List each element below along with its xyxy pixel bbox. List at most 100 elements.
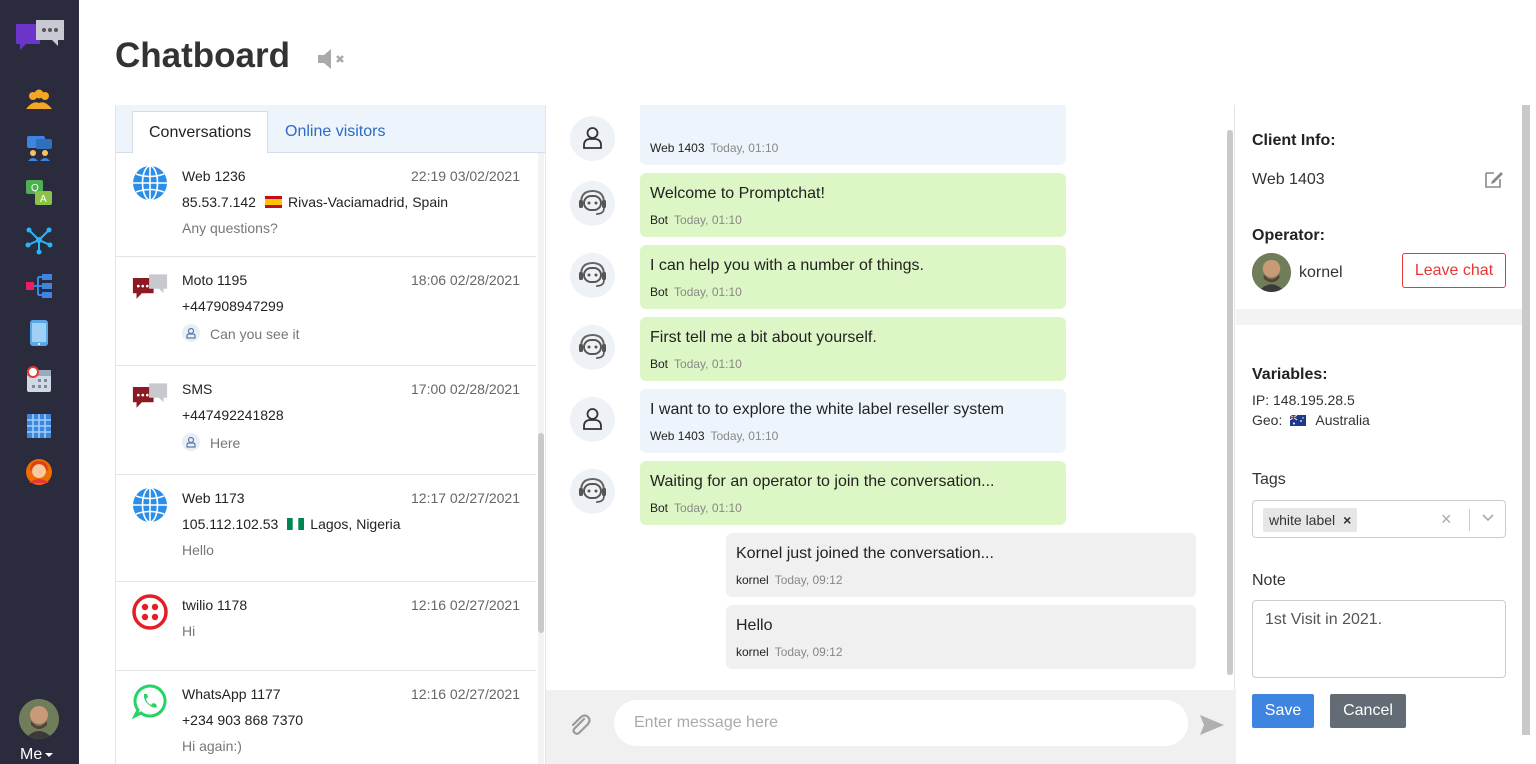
message-list-scrollbar[interactable]	[1227, 130, 1233, 675]
tab-bar: Conversations Online visitors	[116, 105, 546, 154]
conversation-list-scrollbar[interactable]	[538, 153, 544, 764]
conversation-item[interactable]: Moto 1195 18:06 02/28/2021 +447908947299 Ca…	[116, 257, 536, 366]
visitor-message: Web 1403 Today, 01:10	[640, 105, 1066, 165]
conversation-name: Web 1236	[182, 168, 246, 184]
chat-bubbles-icon	[132, 269, 168, 305]
note-label: Note	[1252, 572, 1286, 589]
conversation-time: 12:16 02/27/2021	[411, 597, 520, 613]
qa-icon[interactable]: QA	[24, 178, 54, 208]
conversation-name: Moto 1195	[182, 272, 248, 288]
client-info-panel: Client Info: Web 1403 Operator: kornel L…	[1236, 105, 1526, 764]
message-text: I want to to explore the white label res…	[650, 401, 1004, 418]
conversation-item[interactable]: Web 1173 12:17 02/27/2021 105.112.102.53 La…	[116, 475, 536, 582]
message-author: Web 1403	[650, 429, 705, 443]
save-button[interactable]: Save	[1252, 694, 1314, 728]
users-icon[interactable]	[24, 85, 54, 115]
tab-online-visitors[interactable]: Online visitors	[269, 111, 401, 154]
conversation-name: twilio 1178	[182, 597, 248, 613]
mute-icon[interactable]	[316, 46, 348, 72]
clear-tags-icon[interactable]: ×	[1441, 509, 1452, 530]
leave-chat-button[interactable]: Leave chat	[1402, 253, 1506, 288]
tag-chip-label: white label	[1269, 512, 1336, 528]
operator-reply-icon	[182, 433, 200, 451]
visitor-avatar-icon	[570, 116, 615, 161]
me-menu[interactable]: Me	[20, 746, 54, 764]
conversation-list: Web 1236 22:19 03/02/2021 85.53.7.142 Rivas…	[116, 153, 536, 764]
conversation-preview-line: Can you see it	[182, 324, 300, 342]
message-text: Welcome to Promptchat!	[650, 185, 825, 202]
agent-icon[interactable]	[24, 457, 54, 487]
conversation-address: +447492241828	[182, 407, 284, 423]
message-time: Today, 09:12	[774, 645, 843, 659]
send-icon[interactable]	[1198, 712, 1226, 738]
message-list: Web 1403 Today, 01:10 Welcome to Promptcha…	[546, 105, 1226, 690]
message-author: Bot	[650, 285, 669, 299]
conversation-preview-line: Hi	[182, 623, 195, 639]
conversation-item[interactable]: WhatsApp 1177 12:16 02/27/2021 +234 903 86…	[116, 671, 536, 764]
scrollbar-thumb[interactable]	[538, 433, 544, 633]
conversation-contact: +447908947299	[182, 298, 284, 314]
conversation-preview-line: Hello	[182, 542, 214, 558]
message-author: Web 1403	[650, 141, 705, 155]
tab-conversations[interactable]: Conversations	[132, 111, 268, 154]
conversation-name: WhatsApp 1177	[182, 686, 281, 702]
conversation-item[interactable]: Web 1236 22:19 03/02/2021 85.53.7.142 Rivas…	[116, 153, 536, 257]
tablet-icon[interactable]	[24, 318, 54, 348]
network-icon[interactable]	[24, 225, 54, 255]
bot-avatar-icon	[570, 181, 615, 226]
tags-separator	[1469, 509, 1470, 531]
conversation-preview: Any questions?	[182, 220, 278, 236]
me-label: Me	[20, 746, 43, 763]
message-text: I can help you with a number of things.	[650, 257, 924, 274]
conversation-time: 12:16 02/27/2021	[411, 686, 520, 702]
visitor-message: I want to to explore the white label res…	[640, 389, 1066, 453]
message-meta: kornel Today, 09:12	[736, 645, 843, 659]
conversation-preview: Can you see it	[210, 326, 300, 342]
geo-label: Geo:	[1252, 412, 1283, 428]
conversation-preview-line: Hi again:)	[182, 738, 242, 754]
tags-label: Tags	[1252, 471, 1286, 488]
grid-icon[interactable]	[24, 411, 54, 441]
cancel-button[interactable]: Cancel	[1330, 694, 1406, 728]
message-input[interactable]	[614, 700, 1188, 746]
page-scrollbar[interactable]	[1522, 105, 1530, 735]
client-name: Web 1403	[1252, 171, 1325, 188]
conversation-contact: +447492241828	[182, 407, 284, 423]
message-meta: Web 1403 Today, 01:10	[650, 141, 778, 155]
scrollbar-thumb[interactable]	[1227, 130, 1233, 675]
chat-area: Web 1403 Today, 01:10 Welcome to Promptcha…	[545, 105, 1236, 764]
bot-message: Welcome to Promptchat! Bot Today, 01:10	[640, 173, 1066, 237]
bot-message: I can help you with a number of things. B…	[640, 245, 1066, 309]
conversation-contact: 105.112.102.53 Lagos, Nigeria	[182, 516, 401, 532]
conversation-time: 17:00 02/28/2021	[411, 381, 520, 397]
attach-icon[interactable]	[568, 712, 592, 738]
message-time: Today, 01:10	[710, 141, 779, 155]
conversation-preview: Here	[210, 435, 241, 451]
support-team-icon[interactable]	[24, 132, 54, 162]
operator-message: Kornel just joined the conversation... ko…	[726, 533, 1196, 597]
logo-icon[interactable]	[14, 18, 66, 54]
globe-icon	[132, 487, 168, 523]
bot-avatar-icon	[570, 469, 615, 514]
message-time: Today, 01:10	[674, 213, 742, 227]
note-textarea[interactable]	[1252, 600, 1506, 678]
chevron-down-icon[interactable]	[1481, 511, 1495, 525]
user-avatar[interactable]	[19, 699, 59, 739]
hierarchy-icon[interactable]	[24, 271, 54, 301]
conversation-name: Web 1173	[182, 490, 245, 506]
remove-tag-icon[interactable]: ×	[1343, 512, 1351, 528]
conversation-item[interactable]: twilio 1178 12:16 02/27/2021 Hi	[116, 582, 536, 671]
conversation-address: 105.112.102.53	[182, 516, 279, 532]
geo-value: Australia	[1315, 412, 1370, 428]
message-meta: Bot Today, 01:10	[650, 357, 742, 371]
edit-icon[interactable]	[1484, 169, 1504, 189]
message-composer	[546, 690, 1236, 764]
scrollbar-thumb[interactable]	[1522, 105, 1530, 735]
message-author: kornel	[736, 645, 769, 659]
conversation-item[interactable]: SMS 17:00 02/28/2021 +447492241828 Here	[116, 366, 536, 475]
tags-select[interactable]: white label × ×	[1252, 500, 1506, 538]
message-meta: Bot Today, 01:10	[650, 501, 742, 515]
calendar-icon[interactable]	[24, 364, 54, 394]
message-time: Today, 01:10	[674, 285, 742, 299]
conversation-preview-line: Here	[182, 433, 240, 451]
